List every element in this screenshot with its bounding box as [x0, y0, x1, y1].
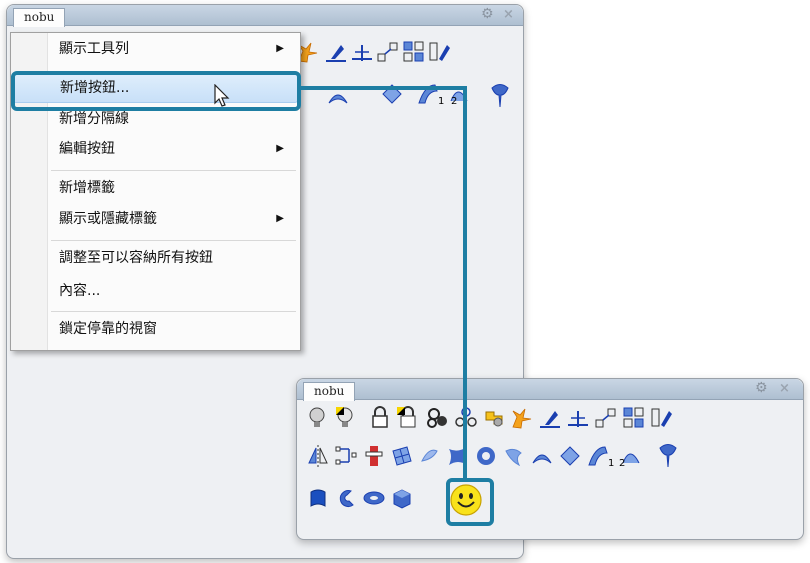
pipe-icon[interactable] — [333, 485, 359, 511]
lock-icon[interactable] — [367, 405, 393, 431]
blend-surface-icon[interactable]: 1 — [415, 81, 445, 107]
loft-icon[interactable] — [417, 443, 443, 469]
dome-icon[interactable] — [557, 443, 583, 469]
array-icon[interactable] — [621, 405, 647, 431]
light-bulb-icon[interactable] — [305, 405, 331, 431]
network-surface-icon[interactable] — [501, 443, 527, 469]
submenu-arrow-icon: ▶ — [276, 143, 284, 154]
sphere-surface-icon[interactable] — [473, 443, 499, 469]
menu-item-label: 內容... — [59, 283, 101, 299]
tool-number-label: 2 — [451, 96, 458, 107]
box-icon[interactable] — [389, 485, 415, 511]
scale-icon[interactable] — [593, 405, 619, 431]
tab-bar: nobu ⚙ × — [7, 5, 523, 27]
toolbar-panel-front: nobu ⚙ × 1 2 — [296, 378, 804, 540]
menu-separator — [51, 170, 296, 171]
torus-icon[interactable] — [361, 485, 387, 511]
menu-item-label: 調整至可以容納所有按鈕 — [59, 250, 213, 266]
tool-number-label: 2 — [619, 458, 626, 469]
menu-item-label: 顯示工具列 — [59, 41, 129, 57]
menu-separator — [51, 240, 296, 241]
menu-item-properties[interactable]: 內容... — [13, 277, 298, 305]
dome-icon[interactable] — [379, 81, 405, 107]
rebuild-icon[interactable] — [649, 405, 675, 431]
block-icon[interactable] — [481, 405, 507, 431]
submenu-arrow-icon: ▶ — [276, 213, 284, 224]
trim-icon[interactable] — [565, 405, 591, 431]
split-icon[interactable] — [323, 39, 349, 65]
gear-icon[interactable]: ⚙ — [481, 6, 494, 22]
blend-surface-icon[interactable]: 1 — [585, 443, 615, 469]
tool-number-label: 1 — [608, 458, 615, 469]
menu-item-label: 鎖定停靠的視窗 — [59, 321, 157, 337]
highlight-callout-menu-item — [11, 71, 301, 111]
menu-item-label: 新增標籤 — [59, 180, 115, 196]
menu-item-label: 編輯按鈕 — [59, 141, 115, 157]
lock-toggle-icon[interactable] — [395, 405, 421, 431]
menu-item-fit-all-buttons[interactable]: 調整至可以容納所有按鈕 — [13, 244, 298, 272]
callout-connector — [297, 86, 467, 90]
scale-icon[interactable] — [375, 39, 401, 65]
mirror-icon[interactable] — [305, 443, 331, 469]
close-icon[interactable]: × — [503, 7, 514, 22]
menu-item-new-tab[interactable]: 新增標籤 — [13, 174, 298, 202]
menu-item-edit-button[interactable]: 編輯按鈕 ▶ — [13, 135, 298, 163]
control-points-icon[interactable] — [333, 443, 359, 469]
group-icon[interactable] — [425, 405, 451, 431]
menu-item-show-hide-tabs[interactable]: 顯示或隱藏標籤 ▶ — [13, 205, 298, 233]
tab-nobu[interactable]: nobu — [303, 382, 356, 401]
tool-number-label: 1 — [438, 96, 445, 107]
cage-edit-icon[interactable] — [389, 443, 415, 469]
split-icon[interactable] — [537, 405, 563, 431]
gumball-icon[interactable] — [361, 443, 387, 469]
rebuild-icon[interactable] — [427, 39, 453, 65]
mouse-pointer-icon — [214, 83, 230, 112]
explode-icon[interactable] — [509, 405, 535, 431]
trim-icon[interactable] — [349, 39, 375, 65]
tab-nobu[interactable]: nobu — [13, 8, 66, 27]
sweep-icon[interactable]: 2 — [617, 443, 643, 469]
revolve-icon[interactable] — [487, 83, 513, 109]
menu-item-label: 顯示或隱藏標籤 — [59, 211, 157, 227]
extrude-surface-icon[interactable] — [305, 485, 331, 511]
surface-icon[interactable] — [529, 443, 555, 469]
array-icon[interactable] — [401, 39, 427, 65]
menu-separator — [51, 311, 296, 312]
menu-item-show-toolbar[interactable]: 顯示工具列 ▶ — [13, 35, 298, 63]
sweep-icon[interactable]: 2 — [445, 81, 471, 107]
highlight-callout-new-button — [446, 478, 494, 526]
light-bulb-toggle-icon[interactable] — [333, 405, 359, 431]
close-icon[interactable]: × — [779, 381, 790, 396]
submenu-arrow-icon: ▶ — [276, 43, 284, 54]
gear-icon[interactable]: ⚙ — [755, 380, 768, 396]
tab-bar: nobu ⚙ × — [297, 379, 803, 401]
revolve-icon[interactable] — [655, 443, 681, 469]
patch-icon[interactable] — [445, 443, 471, 469]
callout-connector — [463, 86, 467, 480]
menu-item-lock-docked-windows[interactable]: 鎖定停靠的視窗 — [13, 315, 298, 343]
